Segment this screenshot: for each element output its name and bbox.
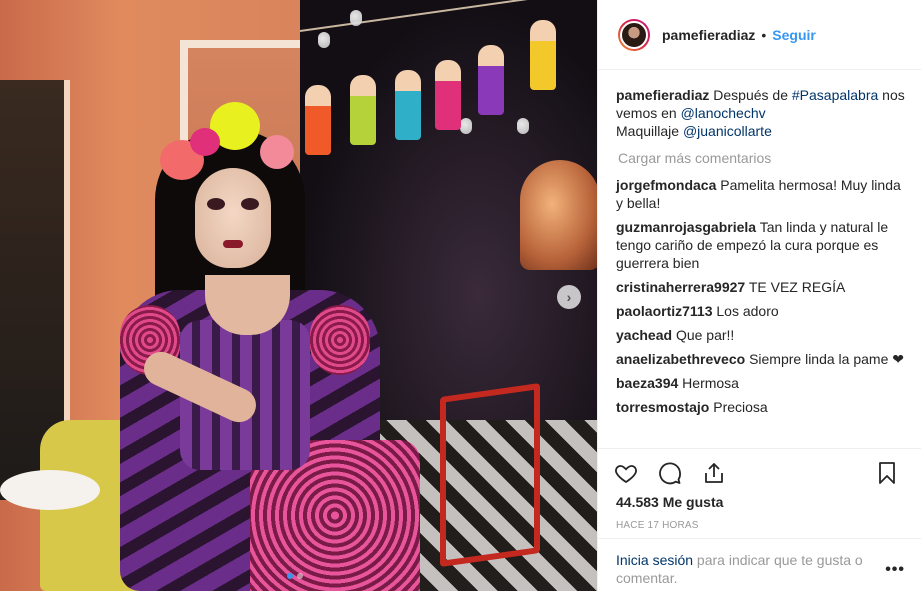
photo-red-chair <box>440 382 540 568</box>
photo-lamp <box>520 160 597 270</box>
caption-text: Después de <box>713 87 792 103</box>
photo-bulb <box>318 32 330 48</box>
photo-bulb <box>460 118 472 134</box>
login-link[interactable]: Inicia sesión <box>616 552 693 568</box>
post-sidebar: pamefieradiaz • Seguir pamefieradiaz Des… <box>597 0 921 591</box>
photo-table <box>0 470 100 510</box>
likes-count[interactable]: 44.583 Me gusta <box>616 494 723 510</box>
flower-crown <box>160 100 300 180</box>
load-more-comments-button[interactable]: Cargar más comentarios <box>618 150 905 166</box>
photo-pinata <box>530 20 556 90</box>
comment-bubble-icon <box>659 461 681 484</box>
person-lips <box>223 240 243 248</box>
carousel-indicator <box>287 573 303 579</box>
heart-icon <box>615 464 637 483</box>
carousel-dot-active <box>287 573 293 579</box>
caption-mention[interactable]: @lanochechv <box>681 105 766 121</box>
comment-text: Que par!! <box>675 327 735 343</box>
comment-username[interactable]: torresmostajo <box>616 399 709 415</box>
like-button[interactable] <box>612 459 640 487</box>
comment-username[interactable]: baeza394 <box>616 375 678 391</box>
comment-username[interactable]: cristinaherrera9927 <box>616 279 745 295</box>
photo-bulb <box>350 10 362 26</box>
comment-text: Hermosa <box>682 375 739 391</box>
comment-button[interactable] <box>656 459 684 487</box>
caption-mention[interactable]: @juanicollarte <box>683 123 772 139</box>
action-bar <box>598 448 921 496</box>
share-icon <box>705 462 723 483</box>
instagram-post: › pamefieradiaz • Seguir pamefieradiaz D… <box>0 0 921 591</box>
photo-pinata <box>435 60 461 130</box>
login-prompt: Inicia sesión para indicar que te gusta … <box>598 538 921 591</box>
header-username[interactable]: pamefieradiaz <box>662 27 755 43</box>
follow-button[interactable]: Seguir <box>772 27 816 43</box>
avatar[interactable] <box>618 18 650 51</box>
bookmark-icon <box>879 461 895 484</box>
caption-username[interactable]: pamefieradiaz <box>616 87 709 103</box>
flower <box>260 135 294 169</box>
post-header: pamefieradiaz • Seguir <box>598 0 921 70</box>
comment-username[interactable]: anaelizabethreveco <box>616 351 745 367</box>
comment-text: Los adoro <box>716 303 779 319</box>
comment-username[interactable]: paolaortiz7113 <box>616 303 713 319</box>
comment-username[interactable]: yachead <box>616 327 672 343</box>
comment-item: baeza394 Hermosa <box>616 374 905 392</box>
comment-item: guzmanrojasgabriela Tan linda y natural … <box>616 218 905 272</box>
carousel-dot <box>297 573 303 579</box>
comment-username[interactable]: guzmanrojasgabriela <box>616 219 756 235</box>
more-options-icon[interactable]: ••• <box>885 561 905 579</box>
person-eye <box>207 198 225 210</box>
caption-text: Maquillaje <box>616 123 683 139</box>
post-timestamp[interactable]: HACE 17 HORAS <box>616 520 699 531</box>
comment-username[interactable]: jorgefmondaca <box>616 177 716 193</box>
next-photo-button[interactable]: › <box>557 285 581 309</box>
avatar-image <box>620 20 648 49</box>
header-separator: • <box>761 26 767 43</box>
comment-item: jorgefmondaca Pamelita hermosa! Muy lind… <box>616 176 905 212</box>
person-eye <box>241 198 259 210</box>
comment-text: TE VEZ REGÍA <box>748 279 846 295</box>
comment-text: Siempre linda la pame ❤ <box>749 351 904 367</box>
save-button[interactable] <box>873 459 901 487</box>
flower <box>190 128 220 156</box>
comment-item: torresmostajo Preciosa <box>616 398 905 416</box>
photo-bulb <box>517 118 529 134</box>
comment-rows: jorgefmondaca Pamelita hermosa! Muy lind… <box>616 176 905 416</box>
caption: pamefieradiaz Después de #Pasapalabra no… <box>616 86 905 140</box>
comments-list[interactable]: pamefieradiaz Después de #Pasapalabra no… <box>598 70 921 448</box>
comment-item: cristinaherrera9927 TE VEZ REGÍA <box>616 278 905 296</box>
comment-item: anaelizabethreveco Siempre linda la pame… <box>616 350 905 368</box>
person-face <box>195 168 271 268</box>
person-sleeve-right <box>310 305 370 375</box>
comment-item: paolaortiz7113 Los adoro <box>616 302 905 320</box>
comment-text: Preciosa <box>713 399 768 415</box>
chevron-right-icon: › <box>566 289 572 305</box>
post-photo[interactable]: › <box>0 0 597 591</box>
share-button[interactable] <box>700 459 728 487</box>
caption-hashtag[interactable]: #Pasapalabra <box>792 87 878 103</box>
photo-person <box>100 100 430 591</box>
comment-item: yachead Que par!! <box>616 326 905 344</box>
photo-pinata <box>478 45 504 115</box>
